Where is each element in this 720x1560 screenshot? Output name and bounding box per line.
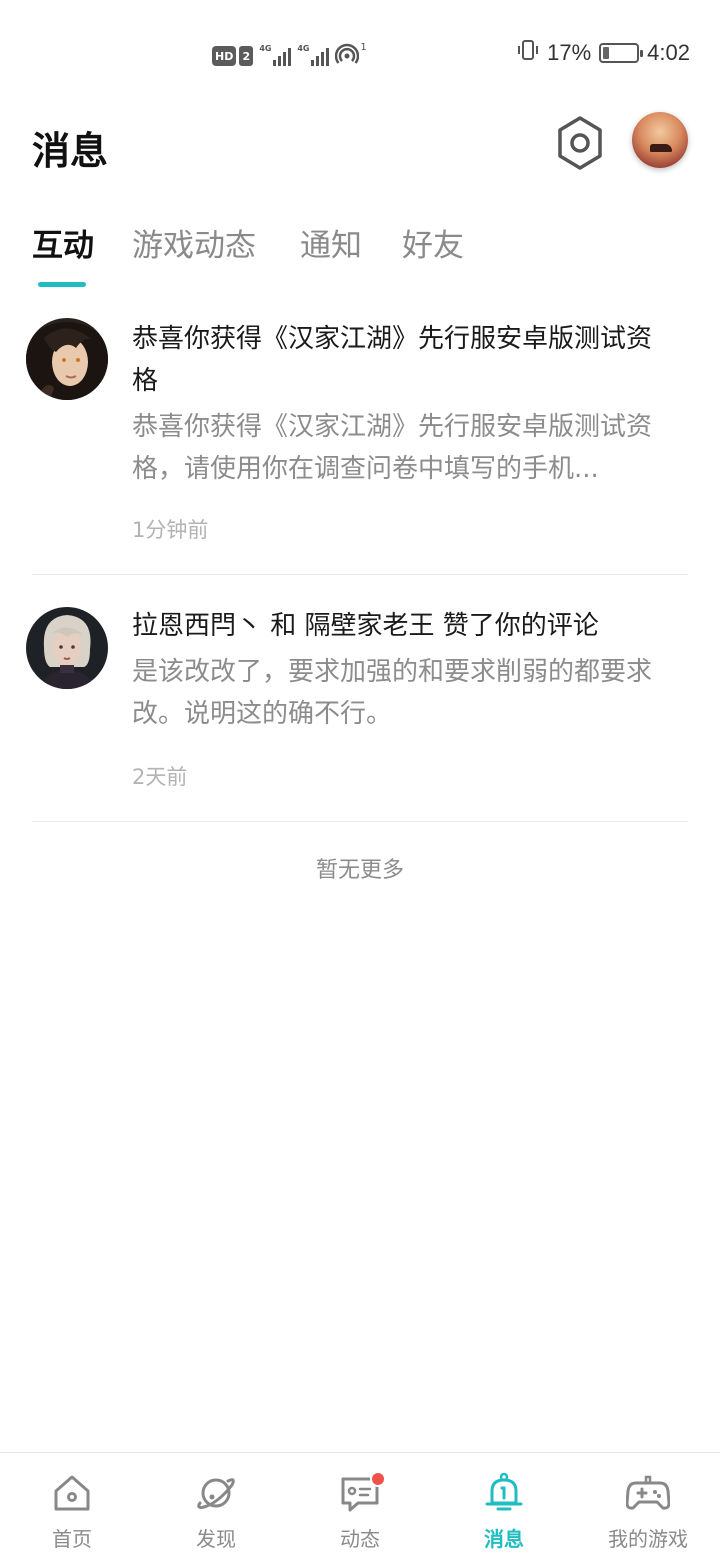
tab-friends[interactable]: 好友: [402, 220, 464, 265]
clock: 4:02: [647, 40, 690, 65]
message-body: 是该改改了，要求加强的和要求削弱的都要求改。说明这的确不行。: [132, 657, 653, 729]
list-item[interactable]: 拉恩西閂丶 和 隔壁家老王 赞了你的评论 是该改改了，要求加强的和要求削弱的都要…: [0, 575, 720, 822]
avatar[interactable]: [26, 318, 108, 400]
message-title: 拉恩西閂丶 和 隔壁家老王 赞了你的评论: [132, 611, 599, 641]
page-title: 消息: [32, 129, 109, 173]
status-bar: HD 2 4G 4G 1 17% 4:02: [0, 0, 720, 100]
user-avatar[interactable]: [632, 112, 688, 168]
battery-icon: [599, 43, 644, 63]
network-status: HD 2 4G 4G 1: [212, 40, 367, 66]
nav-home[interactable]: 首页: [0, 1453, 144, 1560]
tab-game-updates[interactable]: 游戏动态: [132, 220, 256, 265]
message-list: 恭喜你获得《汉家江湖》先行服安卓版测试资格 恭喜你获得《汉家江湖》先行服安卓版测…: [0, 300, 720, 822]
avatar[interactable]: [26, 607, 108, 689]
message-time: 1分钟前: [132, 518, 209, 542]
no-more-label: 暂无更多: [315, 858, 404, 883]
status-right: 17% 4:02: [517, 38, 690, 68]
battery-percent: 17%: [547, 40, 592, 65]
bottom-nav: 首页 发现 动态 消息 我的游戏: [0, 1452, 720, 1560]
bell-icon: [485, 1472, 523, 1511]
page-header: 消息: [0, 110, 720, 180]
home-icon: [54, 1475, 90, 1511]
tab-active-indicator: [38, 282, 86, 287]
tab-notifications[interactable]: 通知: [300, 220, 362, 265]
nav-feed-label: 动态: [340, 1527, 380, 1551]
nav-messages[interactable]: 消息: [432, 1453, 576, 1560]
message-time: 2天前: [132, 765, 188, 789]
nav-feed[interactable]: 动态: [288, 1453, 432, 1560]
planet-icon: [197, 1478, 235, 1509]
tab-interaction[interactable]: 互动: [32, 220, 94, 265]
nav-my-games-label: 我的游戏: [608, 1527, 688, 1551]
settings-button[interactable]: [554, 114, 606, 172]
hd-badge: HD: [212, 46, 237, 66]
nav-my-games[interactable]: 我的游戏: [576, 1453, 720, 1560]
message-title: 恭喜你获得《汉家江湖》先行服安卓版测试资格: [132, 324, 653, 396]
signal-icon-sim2: 4G: [297, 44, 330, 66]
hd-sim-number: 2: [239, 46, 254, 66]
hexagon-settings-icon: [558, 116, 602, 170]
hotspot-icon: 1: [335, 42, 367, 66]
signal-icon-sim1: 4G: [259, 44, 292, 66]
nav-home-label: 首页: [52, 1527, 92, 1551]
gamepad-icon: [626, 1475, 670, 1510]
notification-badge: [370, 1471, 386, 1487]
nav-discover-label: 发现: [196, 1527, 236, 1551]
messages-screen: HD 2 4G 4G 1 17% 4:02 消息 互动 游戏动态 通知 好友 恭…: [0, 0, 720, 1560]
vibrate-icon: [517, 39, 539, 67]
list-item[interactable]: 恭喜你获得《汉家江湖》先行服安卓版测试资格 恭喜你获得《汉家江湖》先行服安卓版测…: [0, 300, 720, 575]
message-body: 恭喜你获得《汉家江湖》先行服安卓版测试资格，请使用你在调查问卷中填写的手机...: [132, 412, 653, 484]
message-tabs: 互动 游戏动态 通知 好友: [0, 220, 720, 290]
nav-discover[interactable]: 发现: [144, 1453, 288, 1560]
nav-messages-label: 消息: [484, 1527, 524, 1551]
divider: [32, 821, 688, 822]
